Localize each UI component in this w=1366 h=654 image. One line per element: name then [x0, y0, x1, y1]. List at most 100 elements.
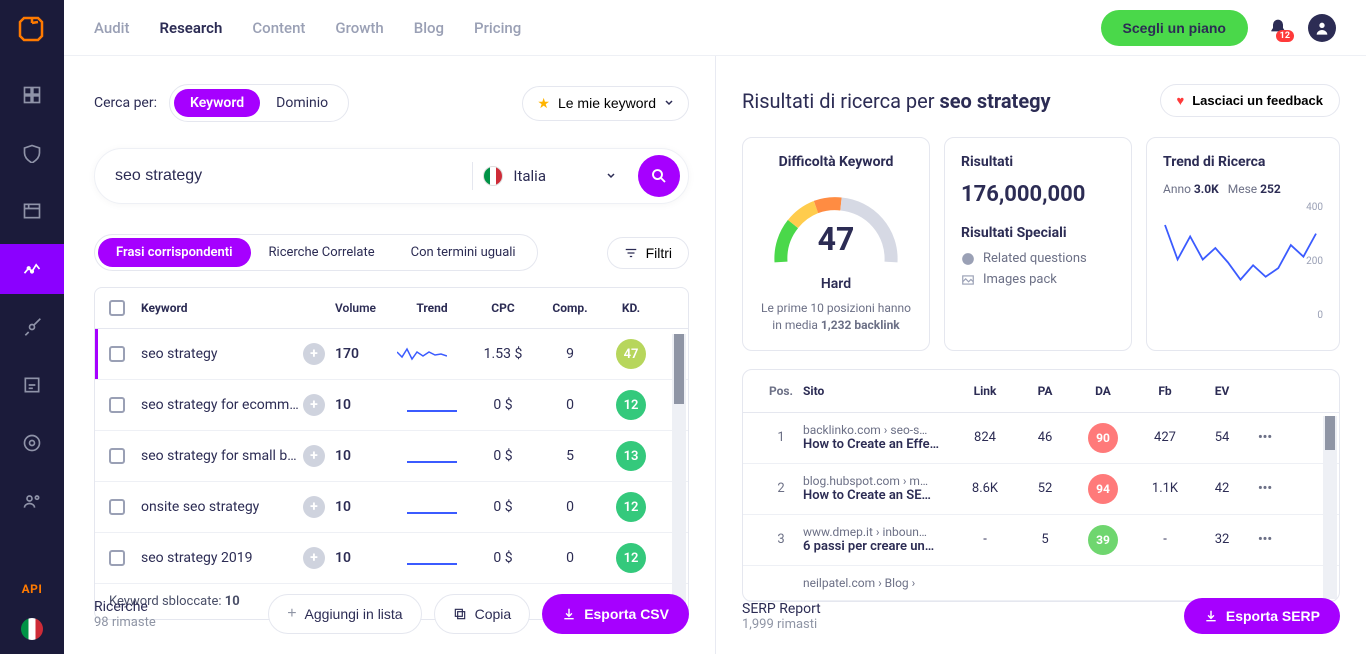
table-row[interactable]: seo strategy+1701.53 $947 — [95, 329, 688, 380]
table-row[interactable]: neilpatel.com › Blog › — [743, 566, 1339, 601]
kw-tab-related[interactable]: Ricerche Correlate — [251, 238, 393, 267]
nav-link-research[interactable]: Research — [159, 19, 222, 37]
keyword-scrollbar[interactable] — [672, 334, 686, 617]
flag-icon — [483, 166, 503, 186]
filter-button[interactable]: Filtri — [607, 237, 689, 269]
hdr-pos[interactable]: Pos. — [759, 384, 803, 398]
country-select[interactable]: Italia — [483, 166, 628, 186]
add-keyword-button[interactable]: + — [303, 343, 325, 365]
user-icon — [1314, 20, 1330, 36]
cell-kd: 12 — [601, 492, 661, 522]
table-row[interactable]: 1backlinko.com › seo-s…How to Create an … — [743, 413, 1339, 464]
table-row[interactable]: 2blog.hubspot.com › m…How to Create an S… — [743, 464, 1339, 515]
sidebar-item-content[interactable] — [0, 186, 64, 236]
add-keyword-button[interactable]: + — [303, 445, 325, 467]
card-difficulty: Difficoltà Keyword 47 Hard Le prime 10 p… — [742, 137, 930, 351]
plan-button[interactable]: Scegli un piano — [1101, 10, 1248, 46]
hdr-kd[interactable]: KD. — [601, 301, 661, 315]
nav-link-pricing[interactable]: Pricing — [474, 19, 521, 37]
cell-ev: 42 — [1197, 481, 1247, 496]
sidebar-item-audit[interactable] — [0, 128, 64, 178]
cell-pa: 46 — [1017, 430, 1073, 445]
select-all-checkbox[interactable] — [109, 300, 125, 316]
table-row[interactable]: onsite seo strategy+100 $012 — [95, 482, 688, 533]
sidebar-item-reports[interactable] — [0, 360, 64, 410]
nav-link-blog[interactable]: Blog — [414, 19, 444, 37]
cell-keyword: seo strategy 2019 — [141, 550, 303, 566]
api-label[interactable]: API — [22, 582, 43, 596]
search-button[interactable] — [638, 155, 680, 197]
difficulty-note: Le prime 10 posizioni hanno in media 1,2… — [759, 300, 913, 334]
kw-tab-phrases[interactable]: Frasi corrispondenti — [98, 238, 251, 267]
notifications-button[interactable]: 12 — [1268, 18, 1288, 38]
row-more-button[interactable]: ••• — [1247, 430, 1283, 445]
add-to-list-button[interactable]: + Aggiungi in lista — [268, 594, 421, 634]
my-keywords-button[interactable]: ★ Le mie keyword — [522, 86, 689, 121]
serp-scrollbar[interactable] — [1323, 416, 1337, 599]
hdr-keyword[interactable]: Keyword — [141, 301, 303, 315]
cell-keyword: seo strategy for ecomm… — [141, 397, 303, 413]
cell-cpc: 0 $ — [467, 397, 539, 413]
sidebar-item-users[interactable] — [0, 476, 64, 526]
table-row[interactable]: seo strategy for ecomm…+100 $012 — [95, 380, 688, 431]
sidebar-item-growth[interactable] — [0, 302, 64, 352]
copy-icon — [453, 607, 467, 621]
sidebar-item-settings[interactable] — [0, 418, 64, 468]
footer-right: SERP Report 1,999 rimasti Esporta SERP — [742, 598, 1340, 634]
app-logo[interactable] — [18, 14, 46, 42]
cell-fb: - — [1133, 532, 1197, 547]
row-checkbox[interactable] — [109, 448, 125, 464]
export-serp-button[interactable]: Esporta SERP — [1184, 598, 1340, 634]
panel-right: Risultati di ricerca per seo strategy ♥ … — [716, 56, 1366, 654]
export-serp-label: Esporta SERP — [1226, 608, 1320, 624]
cell-site: blog.hubspot.com › m…How to Create an SE… — [803, 474, 953, 503]
hdr-site[interactable]: Sito — [803, 384, 953, 398]
results-title-term: seo strategy — [939, 89, 1050, 113]
add-keyword-button[interactable]: + — [303, 496, 325, 518]
nav-link-growth[interactable]: Growth — [335, 19, 383, 37]
hdr-volume[interactable]: Volume — [335, 301, 397, 315]
avatar-button[interactable] — [1308, 14, 1336, 42]
feedback-button[interactable]: ♥ Lasciaci un feedback — [1160, 84, 1341, 117]
hdr-ev[interactable]: EV — [1197, 384, 1247, 398]
trend-title: Trend di Ricerca — [1163, 154, 1323, 170]
trend-tick: 200 — [1306, 256, 1323, 267]
footer-left: Ricerche 98 rimaste + Aggiungi in lista … — [94, 594, 689, 634]
row-checkbox[interactable] — [109, 499, 125, 515]
sidebar-item-dashboard[interactable] — [0, 70, 64, 120]
trend-tick: 0 — [1317, 310, 1323, 321]
copy-button[interactable]: Copia — [434, 594, 531, 634]
hdr-cpc[interactable]: CPC — [467, 301, 539, 315]
language-flag-icon[interactable] — [21, 618, 43, 640]
hdr-fb[interactable]: Fb — [1133, 384, 1197, 398]
cell-site: www.dmep.it › inboun…6 passi per creare … — [803, 525, 953, 554]
kw-tab-same-terms[interactable]: Con termini uguali — [393, 238, 534, 267]
table-row[interactable]: seo strategy for small b…+100 $513 — [95, 431, 688, 482]
cell-pos: 1 — [759, 430, 803, 445]
row-more-button[interactable]: ••• — [1247, 481, 1283, 496]
row-checkbox[interactable] — [109, 550, 125, 566]
add-keyword-button[interactable]: + — [303, 547, 325, 569]
export-csv-button[interactable]: Esporta CSV — [542, 594, 689, 634]
nav-link-content[interactable]: Content — [252, 19, 305, 37]
nav-link-audit[interactable]: Audit — [94, 19, 129, 37]
search-pill-domain[interactable]: Dominio — [260, 89, 344, 117]
table-row[interactable]: 3www.dmep.it › inboun…6 passi per creare… — [743, 515, 1339, 566]
search-pill-keyword[interactable]: Keyword — [174, 89, 260, 117]
hdr-da[interactable]: DA — [1073, 384, 1133, 398]
image-icon — [961, 273, 975, 287]
hdr-pa[interactable]: PA — [1017, 384, 1073, 398]
special-item-label: Images pack — [983, 272, 1057, 287]
cell-keyword: seo strategy — [141, 346, 303, 362]
add-keyword-button[interactable]: + — [303, 394, 325, 416]
row-checkbox[interactable] — [109, 346, 125, 362]
hdr-trend[interactable]: Trend — [397, 301, 467, 315]
row-checkbox[interactable] — [109, 397, 125, 413]
search-input[interactable] — [115, 167, 462, 185]
hdr-link[interactable]: Link — [953, 384, 1017, 398]
row-more-button[interactable]: ••• — [1247, 532, 1283, 547]
results-card-title: Risultati — [961, 154, 1115, 170]
sidebar-item-research[interactable] — [0, 244, 64, 294]
hdr-comp[interactable]: Comp. — [539, 301, 601, 315]
table-row[interactable]: seo strategy 2019+100 $012 — [95, 533, 688, 584]
